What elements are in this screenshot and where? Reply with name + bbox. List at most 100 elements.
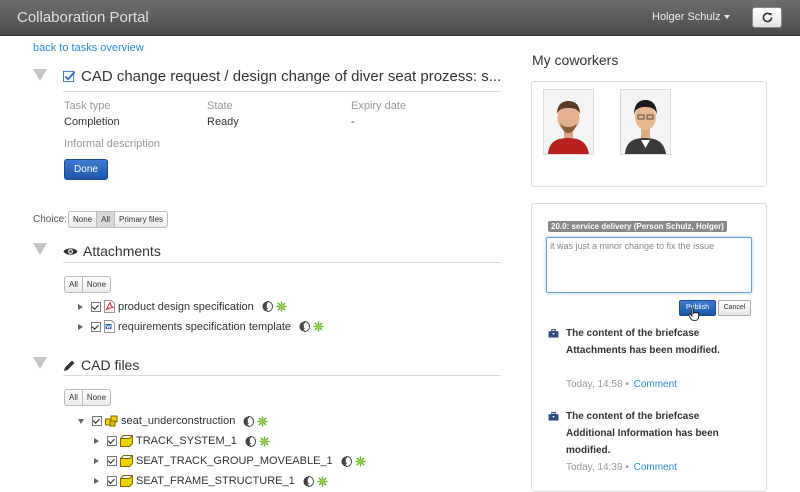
word-icon <box>104 320 115 333</box>
info-icon[interactable] <box>262 301 273 312</box>
choice-label: Choice: <box>33 214 67 225</box>
expiry-date-value: - <box>351 116 355 128</box>
checkbox[interactable] <box>91 321 101 332</box>
expand-icon[interactable] <box>78 303 83 310</box>
coworkers-title: My coworkers <box>532 52 619 68</box>
cad-item-name[interactable]: TRACK_SYSTEM_1 <box>136 435 237 447</box>
divider <box>63 262 501 263</box>
checkbox[interactable] <box>107 456 117 466</box>
expand-icon[interactable] <box>94 438 99 444</box>
feed-item-time: Today, 14:58 <box>566 379 623 390</box>
expand-icon[interactable] <box>78 323 83 330</box>
briefcase-icon <box>548 329 559 338</box>
choice-primary-files-button[interactable]: Primary files <box>115 212 167 227</box>
eye-icon <box>63 247 78 255</box>
checkbox[interactable] <box>107 476 117 486</box>
attachments-all-button[interactable]: All <box>65 277 83 292</box>
tree-row-cad-part: SEAT_FRAME_STRUCTURE_1 <box>94 475 328 487</box>
part-icon <box>120 455 133 467</box>
pdf-icon <box>104 300 115 313</box>
separator: • <box>625 379 629 390</box>
info-icon[interactable] <box>243 415 255 427</box>
comment-input[interactable]: it was just a minor change to fix the is… <box>546 237 752 293</box>
tree-row-attachment: requirements specification template <box>78 320 324 333</box>
expand-icon[interactable] <box>94 458 99 464</box>
refresh-button[interactable] <box>752 7 782 28</box>
back-to-tasks-link[interactable]: back to tasks overview <box>33 42 144 54</box>
checkbox[interactable] <box>92 416 102 426</box>
info-icon[interactable] <box>341 455 352 467</box>
cad-files-heading: CAD files <box>63 357 139 373</box>
informal-description-label: Informal description <box>64 138 160 150</box>
hand-cursor-icon <box>688 307 699 321</box>
new-badge-icon[interactable] <box>317 475 328 487</box>
feed-item-meta: Today, 14:39 • Comment <box>566 462 677 473</box>
task-type-label: Task type <box>64 100 111 112</box>
cad-item-name[interactable]: seat_underconstruction <box>121 415 235 427</box>
collapse-attachments-toggle[interactable] <box>33 243 47 255</box>
cad-none-button[interactable]: None <box>83 390 110 405</box>
state-value: Ready <box>207 116 239 128</box>
new-badge-icon[interactable] <box>259 435 270 447</box>
coworker-avatar[interactable] <box>620 89 671 155</box>
task-title-row: CAD change request / design change of di… <box>63 68 501 85</box>
new-badge-icon[interactable] <box>313 321 324 332</box>
feed-item-time: Today, 14:39 <box>566 462 623 473</box>
feed-item-meta: Today, 14:58 • Comment <box>566 379 677 390</box>
expiry-date-label: Expiry date <box>351 100 407 112</box>
info-icon[interactable] <box>303 475 314 487</box>
coworker-avatar[interactable] <box>543 89 594 155</box>
info-icon[interactable] <box>299 321 310 332</box>
done-button[interactable]: Done <box>64 159 108 180</box>
feed-item-text: The content of the briefcase Additional … <box>566 411 719 456</box>
user-name: Holger Schulz <box>652 11 721 23</box>
cad-item-name[interactable]: SEAT_TRACK_GROUP_MOVEABLE_1 <box>136 455 333 467</box>
attachments-heading: Attachments <box>63 243 161 259</box>
new-badge-icon[interactable] <box>276 301 287 312</box>
comment-link[interactable]: Comment <box>634 379 677 390</box>
attachment-name[interactable]: product design specification <box>118 301 254 313</box>
cad-files-title: CAD files <box>81 357 140 373</box>
attachments-toggle-group: All None <box>64 276 112 293</box>
collapse-task-toggle[interactable] <box>33 69 47 81</box>
assembly-icon <box>105 415 118 427</box>
part-icon <box>120 475 133 487</box>
choice-all-button[interactable]: All <box>97 212 116 227</box>
attachment-name[interactable]: requirements specification template <box>118 321 291 333</box>
tree-row-cad-part: SEAT_TRACK_GROUP_MOVEABLE_1 <box>94 455 366 467</box>
divider <box>63 375 501 376</box>
cancel-button[interactable]: Cancel <box>718 300 751 316</box>
person-photo-icon <box>621 90 670 154</box>
task-type-value: Completion <box>64 116 120 128</box>
cad-toggle-group: All None <box>64 389 112 406</box>
checkbox-checked-icon <box>63 70 76 83</box>
coworkers-panel <box>531 81 767 187</box>
top-bar: Collaboration Portal Holger Schulz <box>0 0 800 36</box>
cad-item-name[interactable]: SEAT_FRAME_STRUCTURE_1 <box>136 475 295 487</box>
checkbox[interactable] <box>91 301 101 312</box>
attachments-title: Attachments <box>83 243 161 259</box>
tree-row-attachment: product design specification <box>78 300 287 313</box>
collapse-icon[interactable] <box>78 418 84 424</box>
expand-icon[interactable] <box>94 478 99 484</box>
cad-all-button[interactable]: All <box>65 390 83 405</box>
choice-none-button[interactable]: None <box>69 212 98 227</box>
new-badge-icon[interactable] <box>355 455 366 467</box>
attachments-none-button[interactable]: None <box>83 277 110 292</box>
tree-row-cad-part: TRACK_SYSTEM_1 <box>94 435 270 447</box>
collapse-cad-files-toggle[interactable] <box>33 357 47 369</box>
briefcase-icon <box>548 412 559 421</box>
caret-down-icon <box>724 15 731 20</box>
thread-label: 20.0: service delivery (Person Schulz, H… <box>548 221 727 232</box>
info-icon[interactable] <box>245 435 256 447</box>
separator: • <box>625 462 629 473</box>
person-photo-icon <box>544 90 593 154</box>
state-label: State <box>207 100 233 112</box>
new-badge-icon[interactable] <box>257 415 268 427</box>
comment-link[interactable]: Comment <box>634 462 677 473</box>
pencil-icon <box>64 359 76 371</box>
checkbox[interactable] <box>107 436 117 446</box>
part-icon <box>120 435 133 447</box>
user-menu[interactable]: Holger Schulz <box>652 11 731 23</box>
choice-button-group: None All Primary files <box>68 211 169 228</box>
